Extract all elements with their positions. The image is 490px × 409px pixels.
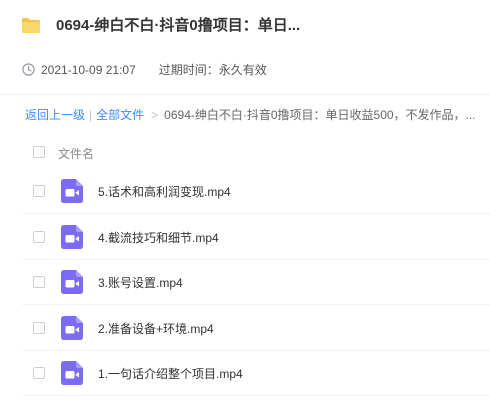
file-checkbox[interactable] — [33, 276, 45, 288]
row-divider — [22, 395, 490, 396]
expire-text: 过期时间：永久有效 — [158, 63, 267, 77]
breadcrumb: 返回上一级 | 全部文件 > 0694-绅白不白·抖音0撸项目：单日收益500，… — [25, 106, 476, 123]
video-file-icon — [61, 270, 83, 294]
file-name[interactable]: 3.账号设置.mp4 — [98, 274, 183, 291]
share-header: 0694-绅白不白·抖音0撸项目：单日... — [22, 14, 300, 35]
file-name[interactable]: 4.截流技巧和细节.mp4 — [98, 229, 219, 246]
share-meta: 2021-10-09 21:07 过期时间：永久有效 — [22, 61, 267, 78]
column-header-filename: 文件名 — [58, 147, 95, 161]
clock-icon — [22, 63, 35, 76]
file-checkbox[interactable] — [33, 230, 45, 243]
file-row[interactable]: 4.截流技巧和细节.mp4 — [0, 215, 490, 260]
file-row[interactable]: 1.一句话介绍整个项目.mp4 — [0, 351, 490, 396]
folder-icon — [22, 17, 40, 33]
share-date: 2021-10-09 21:07 — [41, 62, 136, 77]
video-file-icon — [61, 361, 83, 385]
file-row[interactable]: 2.准备设备+环境.mp4 — [0, 306, 490, 351]
file-name[interactable]: 2.准备设备+环境.mp4 — [98, 320, 214, 337]
file-checkbox[interactable] — [33, 367, 45, 379]
current-folder: 0694-绅白不白·抖音0撸项目：单日收益500，不发作品，... — [164, 108, 476, 122]
file-checkbox[interactable] — [33, 185, 45, 197]
share-page: 0694-绅白不白·抖音0撸项目：单日... 2021-10-09 21:07 … — [0, 0, 490, 409]
select-all-checkbox[interactable] — [33, 146, 45, 158]
file-name[interactable]: 1.一句话介绍整个项目.mp4 — [98, 365, 243, 382]
file-list-header: 文件名 — [0, 139, 490, 167]
video-file-icon — [61, 315, 83, 340]
all-files-link[interactable]: 全部文件 — [96, 106, 144, 123]
share-title: 0694-绅白不白·抖音0撸项目：单日... — [56, 17, 301, 34]
header-divider — [0, 94, 490, 95]
file-name[interactable]: 5.话术和高利润变现.mp4 — [98, 183, 231, 200]
breadcrumb-separator: | — [89, 107, 93, 122]
video-file-icon — [61, 179, 83, 203]
breadcrumb-arrow-icon: > — [151, 107, 159, 122]
file-row[interactable]: 3.账号设置.mp4 — [0, 260, 490, 305]
file-checkbox[interactable] — [33, 321, 45, 334]
video-file-icon — [61, 224, 83, 249]
back-link[interactable]: 返回上一级 — [25, 106, 85, 123]
file-row[interactable]: 5.话术和高利润变现.mp4 — [0, 169, 490, 214]
